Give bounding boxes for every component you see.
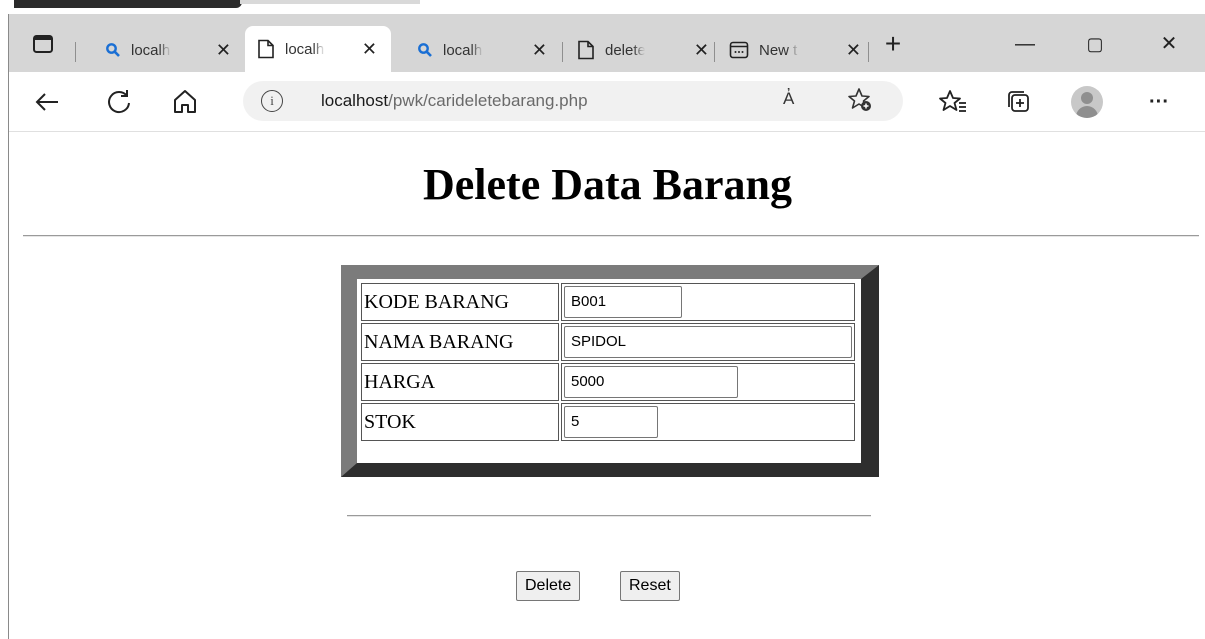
tab-1[interactable]: localh ✕: [105, 28, 245, 72]
tab-2-active[interactable]: localh ✕: [245, 26, 391, 72]
close-window-button[interactable]: ✕: [1149, 28, 1189, 60]
profile-avatar[interactable]: [1071, 86, 1103, 118]
url-path: /pwk/carideletebarang.php: [388, 91, 588, 110]
horizontal-rule: [23, 235, 1199, 237]
page-content: Delete Data Barang KODE BARANG B001 NAMA…: [9, 133, 1205, 639]
field-label: HARGA: [361, 363, 559, 401]
horizontal-rule: [347, 515, 871, 517]
kode-barang-input[interactable]: B001: [564, 286, 682, 318]
table-row: KODE BARANG B001: [361, 283, 855, 321]
tab-bar: localh ✕ localh ✕ localh ✕ delete ✕ New …: [9, 14, 1205, 72]
background-window-strip: [0, 0, 1205, 14]
home-icon[interactable]: [169, 86, 201, 118]
table-row: HARGA 5000: [361, 363, 855, 401]
tab-5[interactable]: New t ✕: [729, 28, 875, 72]
tab-separator: [75, 42, 76, 62]
url-host: localhost: [321, 91, 389, 110]
tab-3[interactable]: localh ✕: [417, 28, 561, 72]
background-window-fragment: [240, 0, 420, 4]
refresh-icon[interactable]: [103, 86, 135, 118]
maximize-button[interactable]: ▢: [1075, 28, 1115, 60]
search-icon: [106, 43, 120, 57]
url-text[interactable]: localhost/pwk/carideletebarang.php: [321, 91, 588, 111]
page-title: Delete Data Barang: [422, 160, 792, 209]
tab-label: localh: [131, 41, 171, 59]
close-tab-icon[interactable]: ✕: [846, 40, 861, 61]
field-label: NAMA BARANG: [361, 323, 559, 361]
tab-label: localh: [443, 41, 483, 59]
close-tab-icon[interactable]: ✕: [216, 40, 231, 61]
field-label: KODE BARANG: [361, 283, 559, 321]
stok-input[interactable]: 5: [564, 406, 658, 438]
more-options-icon[interactable]: ···: [1143, 86, 1175, 118]
reset-button[interactable]: Reset: [620, 571, 680, 601]
page-icon: [258, 39, 274, 59]
tab-separator: [868, 42, 869, 62]
form-table-frame: KODE BARANG B001 NAMA BARANG SPIDOL HARG…: [341, 265, 879, 477]
background-window-fragment: [14, 0, 242, 8]
site-info-icon[interactable]: i: [261, 90, 283, 112]
close-tab-icon[interactable]: ✕: [694, 40, 709, 61]
navigation-bar: i localhost/pwk/carideletebarang.php A҆ …: [9, 72, 1205, 132]
table-row: STOK 5: [361, 403, 855, 441]
nama-barang-input[interactable]: SPIDOL: [564, 326, 852, 358]
back-arrow-icon[interactable]: [31, 86, 63, 118]
tab-label: delete: [605, 41, 645, 59]
field-label: STOK: [361, 403, 559, 441]
collections-icon[interactable]: [1003, 86, 1035, 118]
tab-4[interactable]: delete ✕: [577, 28, 723, 72]
table-row: NAMA BARANG SPIDOL: [361, 323, 855, 361]
close-tab-icon[interactable]: ✕: [532, 40, 547, 61]
form-table: KODE BARANG B001 NAMA BARANG SPIDOL HARG…: [359, 281, 857, 443]
search-icon: [418, 43, 432, 57]
tab-separator: [562, 42, 563, 62]
tab-label: localh: [285, 40, 325, 58]
page-icon: [578, 40, 594, 60]
harga-input[interactable]: 5000: [564, 366, 738, 398]
add-favorite-icon[interactable]: [847, 87, 873, 113]
minimize-button[interactable]: —: [1005, 28, 1045, 60]
new-tab-button[interactable]: +: [873, 28, 913, 60]
address-bar[interactable]: i localhost/pwk/carideletebarang.php A҆: [243, 81, 903, 121]
delete-button[interactable]: Delete: [516, 571, 581, 601]
tab-actions-icon[interactable]: [31, 32, 55, 56]
tab-separator: [714, 42, 715, 62]
tab-label: New t: [759, 41, 798, 59]
newtab-icon: [729, 41, 749, 59]
browser-window: localh ✕ localh ✕ localh ✕ delete ✕ New …: [8, 14, 1205, 639]
read-aloud-icon[interactable]: A҆: [783, 89, 794, 109]
close-tab-icon[interactable]: ✕: [362, 39, 377, 60]
favorites-icon[interactable]: [937, 86, 969, 118]
